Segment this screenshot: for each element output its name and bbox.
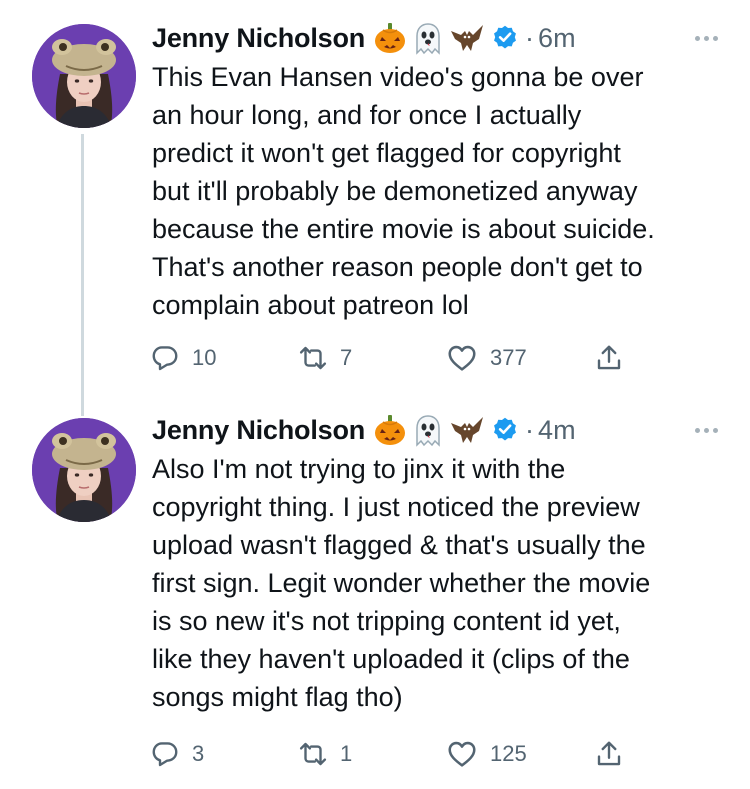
reply-button[interactable]: 3 bbox=[150, 734, 204, 774]
avatar-image bbox=[32, 418, 136, 522]
verified-badge-icon bbox=[491, 24, 519, 52]
retweet-icon bbox=[299, 742, 327, 766]
timestamp[interactable]: 4m bbox=[538, 415, 576, 446]
separator-dot: · bbox=[525, 414, 535, 445]
separator-dot: · bbox=[525, 22, 535, 53]
retweet-button[interactable]: 1 bbox=[298, 734, 352, 774]
timestamp[interactable]: 6m bbox=[538, 23, 576, 54]
bat-icon bbox=[451, 25, 484, 51]
retweet-count: 1 bbox=[340, 741, 353, 766]
share-icon bbox=[597, 741, 621, 766]
like-button[interactable]: 125 bbox=[446, 734, 527, 774]
reply-count: 10 bbox=[192, 345, 217, 370]
share-button[interactable] bbox=[594, 734, 624, 774]
retweet-icon bbox=[299, 346, 327, 370]
name-emojis bbox=[373, 21, 485, 55]
verified-badge-icon bbox=[491, 416, 519, 444]
tweet-2[interactable]: Jenny Nicholson · 4m Also I'm not trying… bbox=[0, 392, 750, 789]
share-button[interactable] bbox=[594, 338, 624, 378]
like-button[interactable]: 377 bbox=[446, 338, 527, 378]
like-count: 125 bbox=[490, 741, 527, 766]
reply-button[interactable]: 10 bbox=[150, 338, 216, 378]
more-options-icon[interactable] bbox=[695, 410, 718, 450]
tweet-header: Jenny Nicholson bbox=[152, 410, 722, 450]
author-name[interactable]: Jenny Nicholson bbox=[152, 415, 365, 446]
like-count: 377 bbox=[490, 345, 527, 370]
reply-count: 3 bbox=[192, 741, 205, 766]
reply-icon bbox=[152, 742, 178, 767]
tweet-header: Jenny Nicholson bbox=[152, 18, 722, 58]
author-name[interactable]: Jenny Nicholson bbox=[152, 23, 365, 54]
heart-icon bbox=[448, 741, 476, 767]
bat-icon bbox=[451, 417, 484, 443]
avatar[interactable] bbox=[32, 418, 136, 522]
tweet-text: Also I'm not trying to jinx it with the … bbox=[152, 454, 651, 712]
more-options-icon[interactable] bbox=[695, 18, 718, 58]
tweet-actions: 3 1 125 bbox=[150, 734, 650, 774]
name-emojis bbox=[373, 413, 485, 447]
retweet-button[interactable]: 7 bbox=[298, 338, 352, 378]
jack-o-lantern-icon bbox=[375, 23, 406, 53]
avatar-image bbox=[32, 24, 136, 128]
reply-icon bbox=[152, 346, 178, 371]
thread-connector-line bbox=[81, 134, 84, 416]
share-icon bbox=[597, 345, 621, 370]
ghost-icon bbox=[416, 23, 440, 55]
heart-icon bbox=[448, 345, 476, 371]
tweet-text: This Evan Hansen video's gonna be over a… bbox=[152, 62, 655, 320]
tweet-actions: 10 7 377 bbox=[150, 338, 650, 378]
avatar[interactable] bbox=[32, 24, 136, 128]
retweet-count: 7 bbox=[340, 345, 353, 370]
jack-o-lantern-icon bbox=[375, 415, 406, 445]
tweet-1[interactable]: Jenny Nicholson · 6m This Evan Hansen vi… bbox=[0, 0, 750, 416]
ghost-icon bbox=[416, 415, 440, 447]
